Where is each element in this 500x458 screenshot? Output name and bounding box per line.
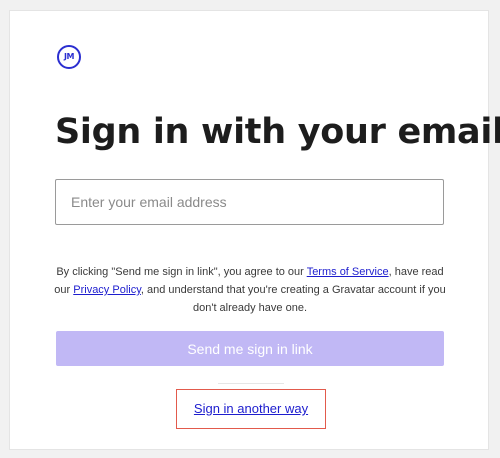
divider xyxy=(218,383,284,384)
sign-in-card xyxy=(9,10,489,450)
avatar-logo: JM xyxy=(57,45,81,69)
terms-text-1: By clicking "Send me sign in link", you … xyxy=(56,266,307,278)
terms-notice: By clicking "Send me sign in link", you … xyxy=(50,263,450,317)
email-field[interactable] xyxy=(55,179,444,225)
terms-text-3: , and understand that you're creating a … xyxy=(140,284,446,314)
terms-of-service-link[interactable]: Terms of Service xyxy=(307,266,389,278)
sign-in-another-way-link[interactable]: Sign in another way xyxy=(177,390,325,428)
send-sign-in-link-button[interactable]: Send me sign in link xyxy=(56,331,444,366)
privacy-policy-link[interactable]: Privacy Policy xyxy=(73,284,141,296)
page-title: Sign in with your email xyxy=(55,112,500,152)
highlight-box: Sign in another way xyxy=(176,389,326,429)
